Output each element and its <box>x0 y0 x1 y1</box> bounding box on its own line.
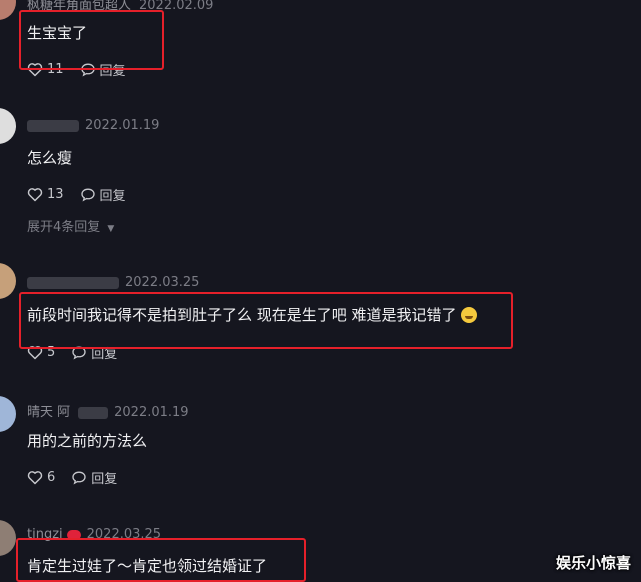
reply-label: 回复 <box>91 472 118 487</box>
like-button[interactable]: 5 <box>27 345 55 360</box>
comment-date: 2022.02.09 <box>139 0 214 13</box>
like-count: 6 <box>47 470 56 485</box>
watermark: 娱乐小惊喜 <box>555 554 631 572</box>
blurred-username <box>27 276 119 289</box>
grin-emoji-icon <box>460 307 477 323</box>
chat-bubble-icon <box>80 188 95 202</box>
comment-actions: 5 回复 <box>27 343 117 362</box>
comment-actions: 13 回复 <box>27 185 126 204</box>
reply-button[interactable]: 回复 <box>80 60 126 79</box>
comment-meta: 枫糖年角面包超人 2022.02.09 <box>27 0 213 13</box>
reply-label: 回复 <box>99 64 126 79</box>
reply-button[interactable]: 回复 <box>71 468 117 487</box>
comment-actions: 6 回复 <box>27 468 117 487</box>
comment-date: 2022.03.25 <box>86 527 162 542</box>
comment-meta: 2022.01.19 <box>27 118 159 133</box>
heart-badge-icon <box>66 529 81 540</box>
like-button[interactable]: 11 <box>27 62 64 77</box>
comment-text-content: 前段时间我记得不是拍到肚子了么 现在是生了吧 难道是我记错了 <box>27 306 457 324</box>
comment-text: 生宝宝了 <box>27 24 88 42</box>
heart-icon <box>27 188 43 202</box>
like-count: 5 <box>47 345 56 360</box>
comment-text: 怎么瘦 <box>27 149 73 167</box>
heart-icon <box>27 63 43 77</box>
avatar[interactable] <box>0 263 16 299</box>
comment-meta: 2022.03.25 <box>27 275 199 290</box>
reply-label: 回复 <box>91 347 118 362</box>
blurred-username <box>27 119 79 132</box>
comment-date: 2022.01.19 <box>114 405 189 420</box>
comment-actions: 11 回复 <box>27 60 126 79</box>
comment-meta: 晴天 阿 2022.01.19 <box>27 401 189 420</box>
avatar[interactable] <box>0 396 16 432</box>
avatar[interactable] <box>0 0 16 20</box>
like-button[interactable]: 13 <box>27 187 64 202</box>
chat-bubble-icon <box>72 346 86 360</box>
comment-text: 用的之前的方法么 <box>27 432 148 450</box>
avatar[interactable] <box>0 108 16 144</box>
heart-icon <box>27 471 43 485</box>
username[interactable]: 晴天 阿 <box>27 405 70 420</box>
expand-replies-label: 展开4条回复 <box>27 220 101 235</box>
like-count: 11 <box>47 62 64 77</box>
avatar[interactable] <box>0 520 16 556</box>
like-button[interactable]: 6 <box>27 470 55 485</box>
username[interactable]: tingzi <box>27 527 63 542</box>
like-count: 13 <box>47 187 64 202</box>
caret-down-icon: ▼ <box>107 224 115 234</box>
blurred-username <box>78 406 109 419</box>
comment-date: 2022.01.19 <box>85 118 160 133</box>
reply-label: 回复 <box>99 189 126 204</box>
chat-bubble-icon <box>80 63 95 77</box>
comment-text: 肯定生过娃了～肯定也领过结婚证了 <box>27 557 268 575</box>
comment-text: 前段时间我记得不是拍到肚子了么 现在是生了吧 难道是我记错了 <box>27 304 477 325</box>
comment-meta: tingzi 2022.03.25 <box>27 527 161 542</box>
username[interactable]: 枫糖年角面包超人 <box>27 0 131 13</box>
expand-replies-button[interactable]: 展开4条回复 ▼ <box>27 216 114 235</box>
reply-button[interactable]: 回复 <box>80 185 126 204</box>
reply-button[interactable]: 回复 <box>71 343 117 362</box>
heart-icon <box>27 346 43 360</box>
comment-date: 2022.03.25 <box>125 275 200 290</box>
chat-bubble-icon <box>72 471 86 485</box>
